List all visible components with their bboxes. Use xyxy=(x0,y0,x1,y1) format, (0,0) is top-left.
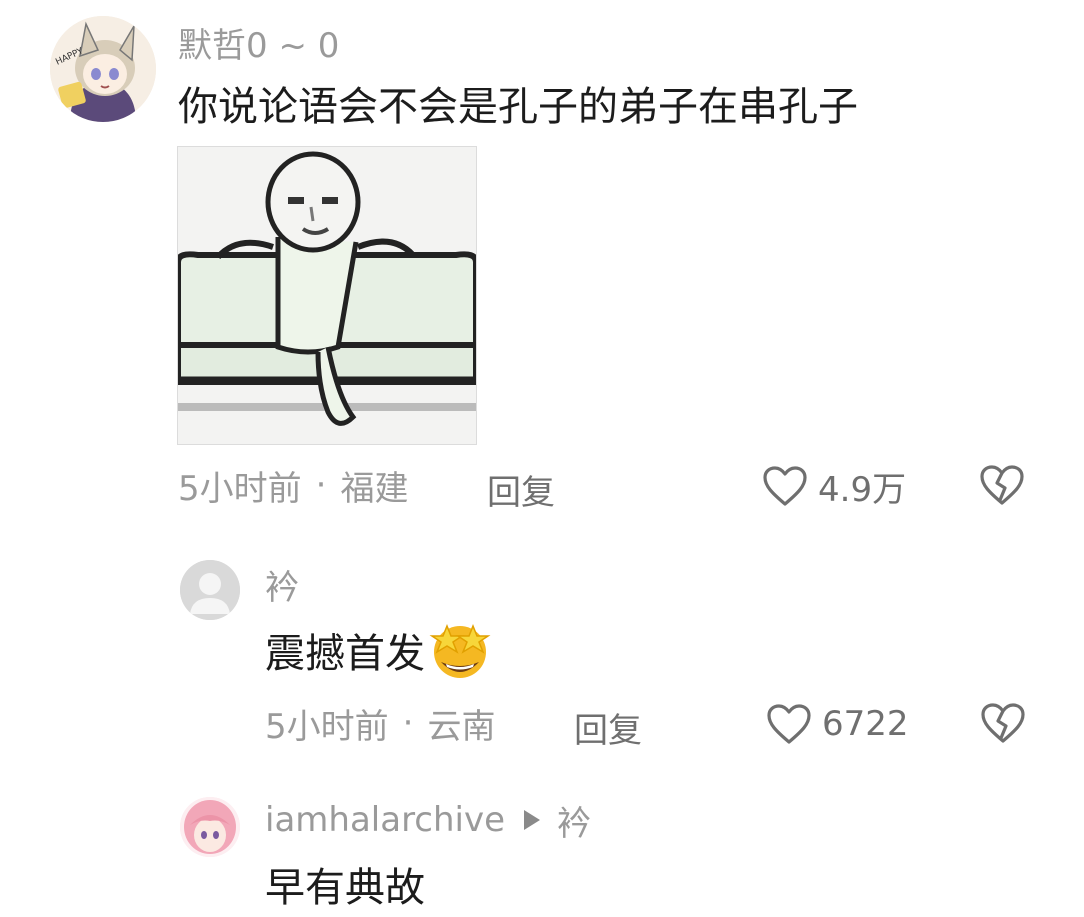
avatar[interactable] xyxy=(180,797,240,857)
like-button[interactable]: 6722 xyxy=(766,702,909,746)
meme-sticker-image xyxy=(178,147,476,444)
reply-header: iamhalarchive 衿 xyxy=(265,796,591,845)
comment-text-row: 震撼首发 xyxy=(265,620,493,680)
meta-separator: · xyxy=(315,465,327,505)
comment-text: 早有典故 xyxy=(265,865,425,911)
broken-heart-icon xyxy=(979,464,1025,506)
comment-meta: 5小时前 · 云南 xyxy=(265,701,496,747)
comment-time: 5小时前 xyxy=(178,468,302,509)
like-count: 4.9万 xyxy=(818,469,907,510)
heart-icon xyxy=(766,703,812,745)
avatar[interactable] xyxy=(180,560,240,620)
comment-meta: 5小时前 · 福建 xyxy=(178,463,409,509)
avatar[interactable]: HAPPY xyxy=(50,16,156,122)
comment-text: 震撼首发 xyxy=(265,631,425,677)
comment-image[interactable] xyxy=(177,146,477,445)
dislike-button[interactable] xyxy=(980,702,1026,744)
star-eyes-emoji xyxy=(427,620,493,680)
broken-heart-icon xyxy=(980,702,1026,744)
like-button[interactable]: 4.9万 xyxy=(762,464,907,510)
heart-icon xyxy=(762,465,808,507)
comment-location: 福建 xyxy=(340,468,409,509)
comment-username[interactable]: 衿 xyxy=(265,560,299,609)
comment-text: 你说论语会不会是孔子的弟子在串孔子 xyxy=(178,84,858,130)
like-count: 6722 xyxy=(822,704,909,744)
anime-avatar-image xyxy=(50,16,156,122)
reply-button[interactable]: 回复 xyxy=(574,703,642,752)
comment-time: 5小时前 xyxy=(265,706,389,747)
default-avatar-icon xyxy=(180,560,240,620)
meta-separator: · xyxy=(402,703,414,743)
comment-username[interactable]: iamhalarchive xyxy=(265,800,505,840)
comment-location: 云南 xyxy=(427,706,496,747)
reply-to-username[interactable]: 衿 xyxy=(557,796,591,845)
anime-avatar-image xyxy=(180,797,240,857)
comment-username[interactable]: 默哲0 ~ 0 xyxy=(178,18,339,67)
play-arrow-icon xyxy=(523,809,541,831)
reply-button[interactable]: 回复 xyxy=(487,465,555,514)
dislike-button[interactable] xyxy=(979,464,1025,506)
